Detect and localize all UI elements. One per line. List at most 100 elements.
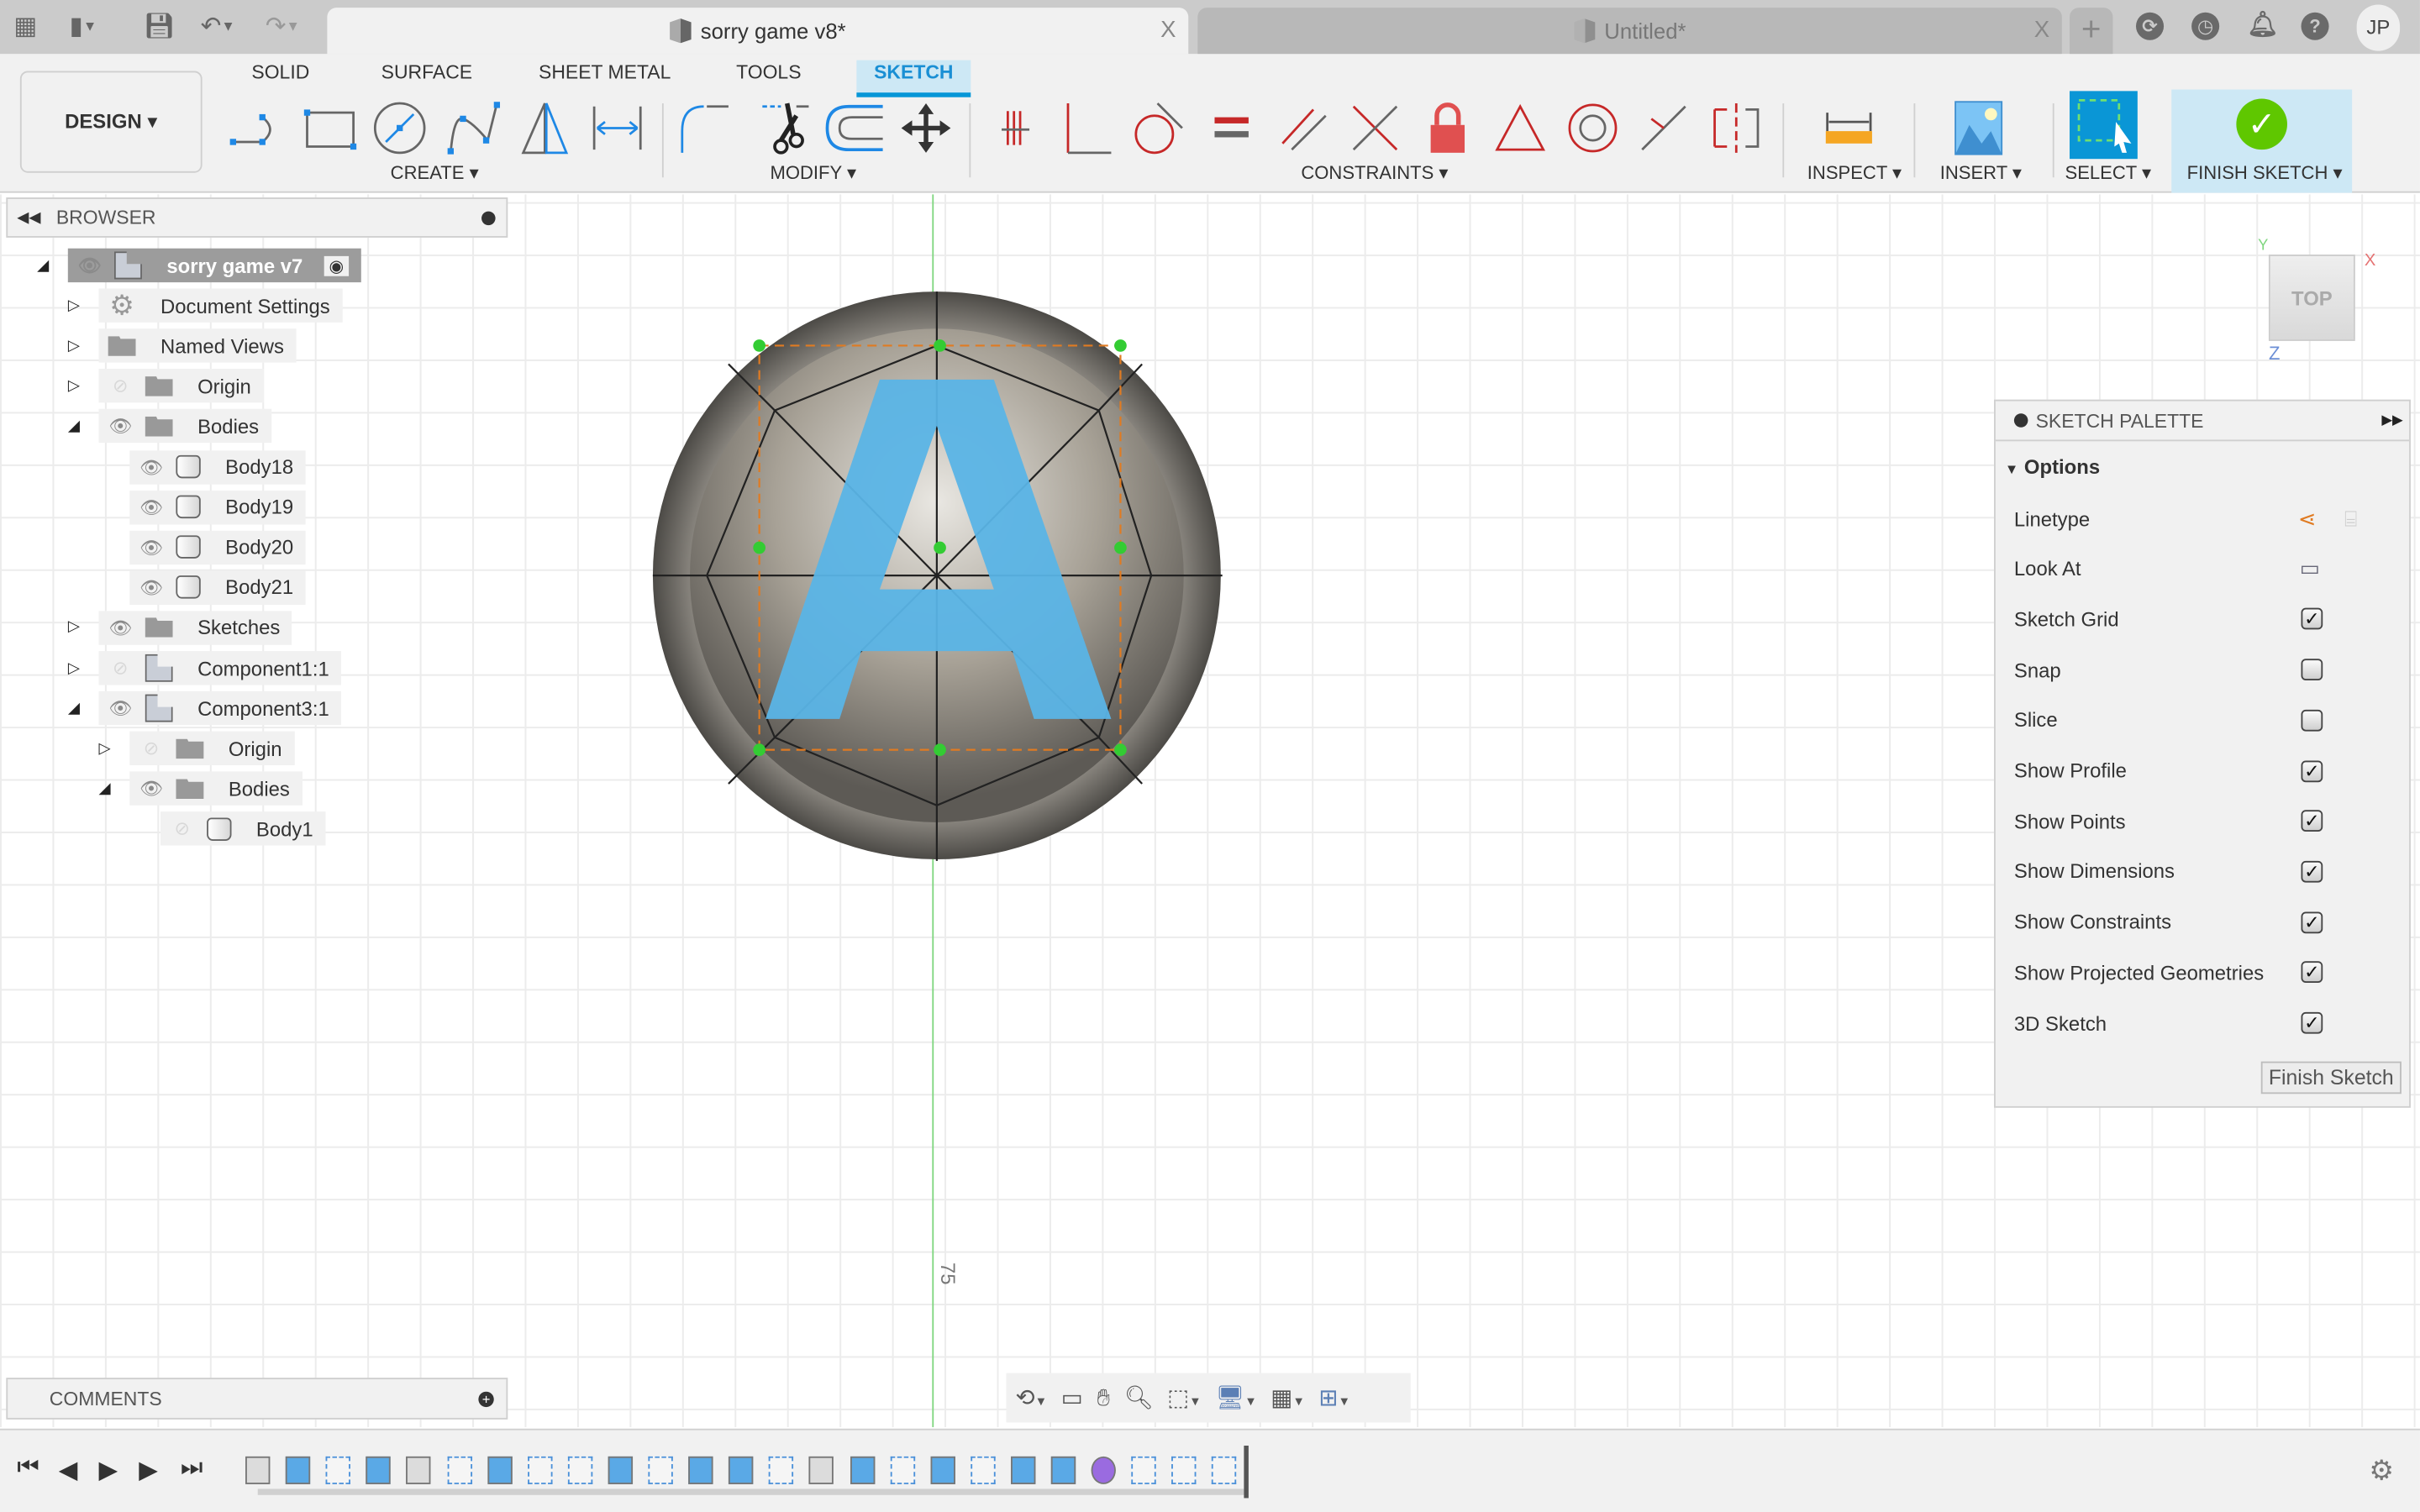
visibility-eye-icon[interactable]: 👁︎ (74, 255, 105, 276)
create-menu[interactable]: CREATE ▾ (391, 162, 479, 184)
browser-item[interactable]: ◢ 👁︎ Bodies (99, 771, 302, 806)
perpendicular-constraint[interactable] (1055, 100, 1117, 155)
timeline-extrude-icon[interactable] (285, 1456, 311, 1484)
timeline-extrude-icon[interactable] (729, 1456, 754, 1484)
timeline-body-icon[interactable] (245, 1456, 271, 1484)
browser-item[interactable]: 👁︎ Body18 (99, 449, 306, 484)
zoom-icon[interactable]: 🔍︎ (1124, 1384, 1154, 1411)
tab-solid[interactable]: SOLID (242, 60, 318, 97)
save-icon[interactable]: 💾︎ (144, 13, 175, 40)
timeline-extrude-icon[interactable] (688, 1456, 713, 1484)
workspace-switcher[interactable]: DESIGN ▾ (19, 71, 203, 173)
tab-tools[interactable]: TOOLS (727, 60, 810, 97)
viewports-icon[interactable]: ⊞▼ (1318, 1384, 1350, 1411)
expand-toggle-icon[interactable]: ▷ (99, 740, 114, 757)
tab-sorry-game[interactable]: sorry game v8* X (327, 8, 1189, 55)
timeline-sketch-icon[interactable] (527, 1456, 552, 1484)
browser-item-chip[interactable]: ⊘ Body1 (160, 811, 326, 847)
expand-palette-icon[interactable]: ▶▶ (2381, 412, 2402, 428)
finish-sketch-button[interactable]: Finish Sketch (2260, 1061, 2402, 1095)
timeline-sketch-icon[interactable] (567, 1456, 592, 1484)
line-tool[interactable] (225, 100, 287, 155)
offset-tool[interactable] (824, 100, 886, 155)
timeline-extrude-icon[interactable] (929, 1456, 955, 1484)
checkbox[interactable]: ✓ (2301, 860, 2323, 883)
browser-item-chip[interactable]: 👁︎ Body21 (129, 570, 306, 605)
user-avatar[interactable]: JP (2356, 4, 2401, 51)
timeline-body-icon[interactable] (406, 1456, 432, 1484)
timeline-sketch-icon[interactable] (325, 1456, 351, 1484)
job-status-icon[interactable]: ◷ (2191, 12, 2220, 40)
browser-item[interactable]: ▷ ⊘ Component1:1 (68, 651, 342, 685)
look-at-icon[interactable]: ▭ (2300, 556, 2320, 582)
display-settings-icon[interactable]: 🖥︎▼ (1215, 1384, 1257, 1411)
add-comment-icon[interactable]: + (478, 1390, 494, 1407)
browser-item-chip[interactable]: Named Views (98, 328, 297, 363)
dimension-label[interactable]: 75 (936, 1263, 960, 1285)
options-section[interactable]: ▼ Options (2005, 455, 2100, 479)
timeline-joint-icon[interactable] (1171, 1456, 1197, 1484)
browser-item[interactable]: ▷ ⊘ Origin (68, 369, 264, 403)
tab-surface[interactable]: SURFACE (372, 60, 481, 97)
timeline-extrude-icon[interactable] (1010, 1456, 1036, 1484)
viewcube[interactable]: TOP (2268, 255, 2355, 341)
hidden-eye-icon[interactable]: ⊘ (136, 738, 167, 759)
browser-item[interactable]: ◢ 👁︎ Bodies (68, 409, 271, 444)
browser-item-chip[interactable]: ⊘ Origin (129, 731, 295, 766)
modify-menu[interactable]: MODIFY ▾ (771, 162, 857, 184)
browser-item[interactable]: ▷ ⚙ Document Settings (68, 288, 343, 323)
step-forward-icon[interactable]: ▶ (139, 1455, 158, 1486)
equal-constraint[interactable] (1201, 100, 1262, 155)
timeline-sketch-icon[interactable] (1131, 1456, 1157, 1484)
visibility-eye-icon[interactable]: 👁︎ (105, 697, 136, 719)
collapse-toggle-icon[interactable]: ◢ (37, 257, 52, 274)
orbit-icon[interactable]: ⟲▼ (1016, 1384, 1048, 1411)
collapse-toggle-icon[interactable]: ◢ (68, 700, 83, 717)
visibility-eye-icon[interactable]: 👁︎ (105, 416, 136, 438)
minimize-palette-icon[interactable] (2013, 413, 2028, 428)
go-to-end-icon[interactable]: ⏭ (181, 1455, 203, 1483)
grid-settings-icon[interactable]: ▦▼ (1270, 1384, 1305, 1411)
tangent-constraint[interactable] (1127, 100, 1188, 155)
timeline-extrude-icon[interactable] (487, 1456, 513, 1484)
minimize-panel-icon[interactable] (481, 210, 496, 225)
timeline-sketch-icon[interactable] (446, 1456, 472, 1484)
help-icon[interactable]: ? (2301, 12, 2329, 40)
timeline-extrude-icon[interactable] (1050, 1456, 1076, 1484)
tab-sheet-metal[interactable]: SHEET METAL (529, 60, 680, 97)
browser-item[interactable]: 👁︎ Body20 (99, 530, 306, 564)
browser-item-chip[interactable]: ⊘ Component1:1 (98, 651, 342, 685)
circle-tool[interactable] (369, 100, 430, 155)
browser-item-chip[interactable]: ⊘ Origin (98, 369, 264, 403)
visibility-eye-icon[interactable]: 👁︎ (136, 496, 167, 518)
construction-linetype-icon[interactable]: ⋖ (2298, 506, 2317, 532)
step-back-icon[interactable]: ◀ (59, 1455, 78, 1486)
browser-item-chip[interactable]: 👁︎ Body19 (129, 490, 306, 524)
browser-item[interactable]: 👁︎ Body21 (99, 570, 306, 605)
play-icon[interactable]: ▶ (99, 1455, 118, 1486)
browser-item-chip[interactable]: 👁︎ Bodies (129, 771, 302, 806)
visibility-eye-icon[interactable]: 👁︎ (105, 617, 136, 638)
browser-item[interactable]: ◢ 👁︎ sorry game v7 ◉ (37, 248, 361, 283)
mirror-tool[interactable] (514, 100, 576, 155)
browser-item-chip[interactable]: 👁︎ Body18 (129, 449, 306, 484)
timeline-extrude-icon[interactable] (608, 1456, 633, 1484)
collinear-constraint[interactable] (1344, 100, 1406, 155)
visibility-eye-icon[interactable]: 👁︎ (136, 537, 167, 559)
timeline-body-icon[interactable] (809, 1456, 834, 1484)
file-menu-icon[interactable]: ▮ ▼ (70, 13, 97, 40)
go-to-start-icon[interactable]: ⏮ (17, 1455, 39, 1483)
hidden-eye-icon[interactable]: ⊘ (105, 375, 136, 397)
select-menu[interactable]: SELECT ▾ (2065, 162, 2152, 184)
notifications-bell-icon[interactable]: 🔔︎ (2247, 13, 2278, 40)
browser-item[interactable]: ▷ ⊘ Origin (99, 731, 295, 766)
close-tab-button[interactable]: X (2034, 17, 2049, 43)
browser-item[interactable]: ◢ 👁︎ Component3:1 (68, 691, 342, 726)
checkbox[interactable]: ✓ (2301, 608, 2323, 631)
expand-toggle-icon[interactable]: ▷ (68, 338, 83, 354)
symmetry-constraint[interactable] (1706, 100, 1767, 155)
timeline-extrude-icon[interactable] (366, 1456, 392, 1484)
centerline-linetype-icon[interactable]: ⌸ (2344, 506, 2357, 532)
fillet-tool[interactable] (676, 100, 737, 155)
collapse-panel-icon[interactable]: ◀◀ (17, 209, 40, 226)
